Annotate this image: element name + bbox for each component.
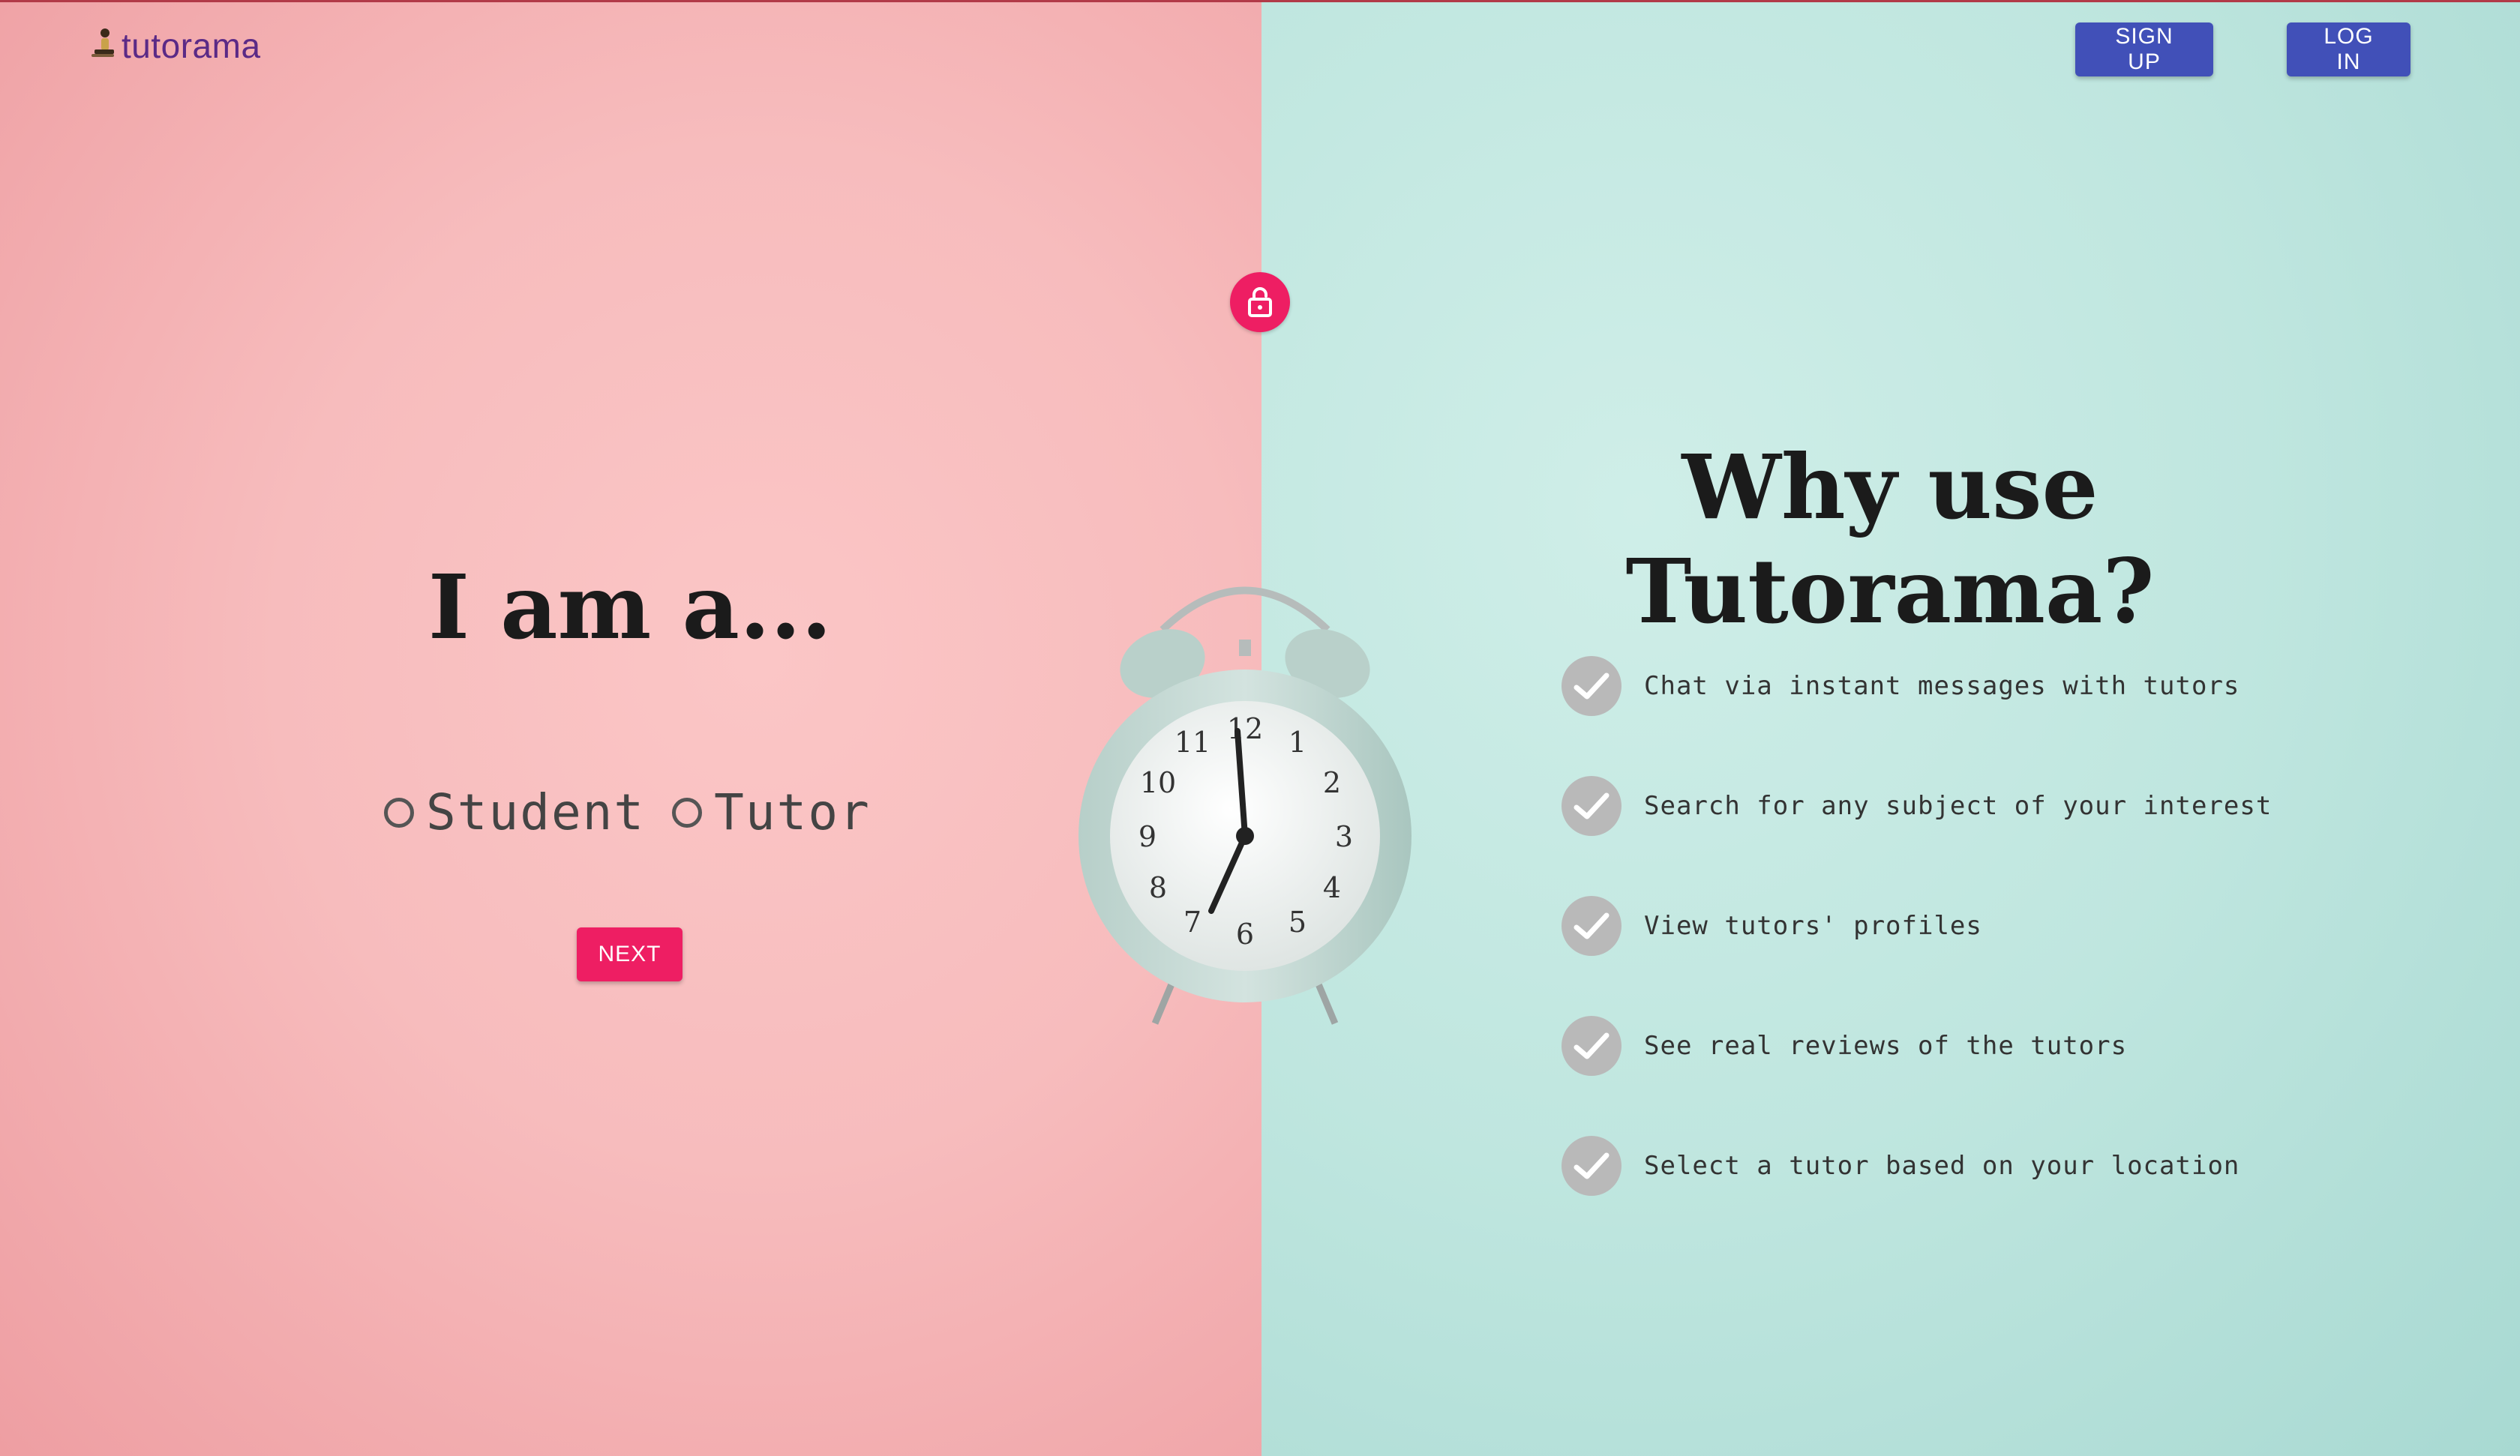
svg-text:1: 1 xyxy=(1288,726,1306,759)
svg-text:9: 9 xyxy=(1138,820,1156,853)
svg-text:7: 7 xyxy=(1184,906,1202,939)
check-icon xyxy=(1562,1016,1622,1076)
feature-text: See real reviews of the tutors xyxy=(1644,1031,2128,1061)
check-icon xyxy=(1562,776,1622,836)
svg-text:4: 4 xyxy=(1323,871,1341,904)
check-icon xyxy=(1562,656,1622,716)
svg-text:6: 6 xyxy=(1236,918,1254,951)
student-label[interactable]: Student xyxy=(426,783,645,841)
feature-list: Chat via instant messages with tutors Se… xyxy=(1562,656,2272,1256)
alarm-clock-icon: 12 1 2 3 4 5 6 7 8 9 10 11 xyxy=(1078,586,1412,1025)
svg-text:8: 8 xyxy=(1149,871,1167,904)
role-selector: Student Tutor xyxy=(384,783,898,841)
svg-text:5: 5 xyxy=(1288,906,1306,939)
check-icon xyxy=(1562,1136,1622,1196)
list-item: See real reviews of the tutors xyxy=(1562,1016,2272,1076)
why-heading: Why use Tutorama? xyxy=(1625,435,2155,643)
tutor-label[interactable]: Tutor xyxy=(714,783,871,841)
svg-text:3: 3 xyxy=(1335,820,1353,853)
feature-text: Select a tutor based on your location xyxy=(1644,1151,2240,1181)
feature-text: View tutors' profiles xyxy=(1644,911,1982,941)
feature-text: Chat via instant messages with tutors xyxy=(1644,671,2240,701)
logo-text: tutorama xyxy=(122,26,261,65)
list-item: Select a tutor based on your location xyxy=(1562,1136,2272,1196)
list-item: Chat via instant messages with tutors xyxy=(1562,656,2272,716)
svg-text:12: 12 xyxy=(1227,712,1263,745)
lock-badge xyxy=(1230,272,1290,332)
svg-text:2: 2 xyxy=(1323,766,1341,799)
svg-text:10: 10 xyxy=(1140,766,1176,799)
list-item: Search for any subject of your interest xyxy=(1562,776,2272,836)
check-icon xyxy=(1562,896,1622,956)
log-in-button[interactable]: LOG IN xyxy=(2287,22,2410,76)
svg-text:11: 11 xyxy=(1174,726,1210,759)
tutor-figure-icon xyxy=(92,28,114,57)
list-item: View tutors' profiles xyxy=(1562,896,2272,956)
tutor-radio[interactable] xyxy=(672,797,703,828)
lock-icon xyxy=(1248,287,1272,317)
top-border xyxy=(0,0,2520,2)
sign-up-button[interactable]: SIGN UP xyxy=(2075,22,2213,76)
logo[interactable]: tutorama xyxy=(88,25,261,66)
student-radio[interactable] xyxy=(384,797,414,828)
feature-text: Search for any subject of your interest xyxy=(1644,791,2272,821)
role-heading: I am a... xyxy=(428,555,832,659)
next-button[interactable]: NEXT xyxy=(577,927,682,981)
